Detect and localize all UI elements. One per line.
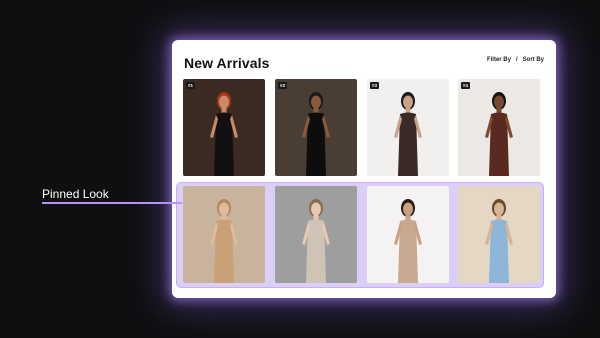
look-number-badge: #4 [461, 82, 471, 89]
champagne-slip-gown-look-thumbnail[interactable] [367, 186, 449, 283]
sort-by-button[interactable]: Sort By [523, 57, 544, 63]
floral-slip-dress-look-thumbnail[interactable]: #3 [367, 79, 449, 176]
floral-feather-dress-look-thumbnail[interactable]: #4 [458, 79, 540, 176]
pinned-look-connector [42, 202, 182, 204]
black-halter-dress-look-thumbnail[interactable]: #1 [183, 79, 265, 176]
gold-sequin-gown-look-thumbnail[interactable] [183, 186, 265, 283]
controls-separator: / [515, 57, 518, 63]
silver-fringe-gown-look-thumbnail[interactable] [275, 186, 357, 283]
blue-sequin-gown-look-thumbnail[interactable] [458, 186, 540, 283]
look-number-badge: #3 [370, 82, 380, 89]
look-number-badge: #1 [186, 82, 196, 89]
sort-filter-controls: Filter By / Sort By [487, 57, 544, 63]
look-number-badge: #2 [278, 82, 288, 89]
filter-by-button[interactable]: Filter By [487, 57, 511, 63]
pinned-look-label: Pinned Look [42, 187, 109, 201]
new-arrivals-panel: New Arrivals Filter By / Sort By #1 #2 #3 #… [172, 40, 556, 298]
page-title: New Arrivals [184, 55, 270, 71]
black-midi-dress-look-thumbnail[interactable]: #2 [275, 79, 357, 176]
